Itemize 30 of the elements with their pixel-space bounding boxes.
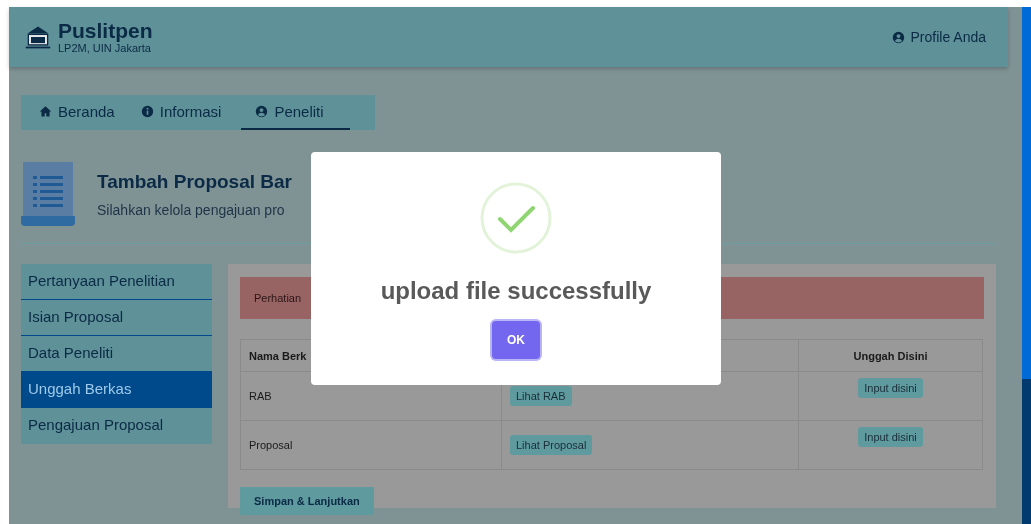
upload-button[interactable]: Input disini xyxy=(858,427,923,447)
document-list-icon xyxy=(21,162,75,226)
ok-button[interactable]: OK xyxy=(492,321,540,359)
info-icon xyxy=(140,105,154,118)
nav-tab[interactable]: Informasi xyxy=(134,95,242,130)
profile-link[interactable]: Profile Anda xyxy=(891,29,986,45)
view-file-button[interactable]: Lihat RAB xyxy=(510,386,572,406)
upload-button[interactable]: Input disini xyxy=(858,378,923,398)
sidebar-item[interactable]: Unggah Berkas xyxy=(21,372,212,408)
site-subtitle: LP2M, UIN Jakarta xyxy=(58,41,151,55)
user-icon xyxy=(255,105,269,118)
sidebar-item[interactable]: Pertanyaan Penelitian xyxy=(21,264,212,300)
scrollbar[interactable] xyxy=(1022,7,1031,524)
sidebar-item[interactable]: Data Peneliti xyxy=(21,336,212,372)
page-subtitle: Silahkan kelola pengajuan pro xyxy=(97,201,286,218)
page-title: Tambah Proposal Bar xyxy=(97,170,292,193)
home-icon xyxy=(39,105,52,118)
checkmark-icon xyxy=(480,182,552,254)
alert-text: Perhatian xyxy=(254,292,302,304)
view-file-button[interactable]: Lihat Proposal xyxy=(510,435,593,455)
column-header: Unggah Disini xyxy=(798,339,983,372)
sidebar-item[interactable]: Isian Proposal xyxy=(21,300,212,336)
site-title: Puslitpen xyxy=(58,19,153,42)
sidebar-item[interactable]: Pengajuan Proposal xyxy=(21,408,212,444)
nav-tab[interactable]: Beranda xyxy=(33,95,135,130)
table-cell: Proposal xyxy=(240,420,502,470)
user-icon xyxy=(891,30,905,44)
nav-tab[interactable]: Peneliti xyxy=(241,95,350,130)
dialog-message: upload file successfully xyxy=(380,277,652,305)
save-button[interactable]: Simpan & Lanjutkan xyxy=(240,487,374,515)
